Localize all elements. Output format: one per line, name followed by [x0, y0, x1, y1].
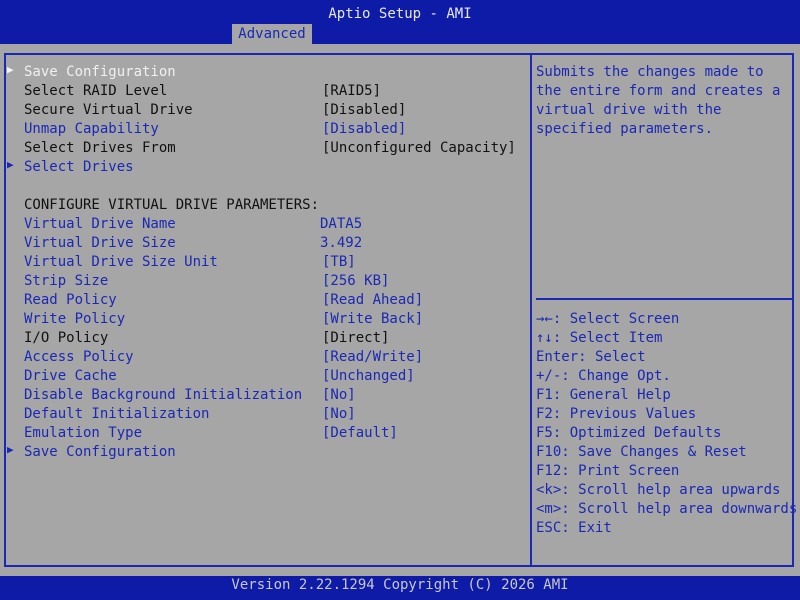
value-read-policy[interactable]: [Read Ahead] [322, 291, 423, 310]
menu-item-write-policy[interactable]: Write Policy [24, 310, 125, 329]
menu-item-disable-background-initialization[interactable]: Disable Background Initialization [24, 386, 302, 405]
key-hint: F2: Previous Values [536, 406, 697, 422]
help-divider [536, 298, 792, 300]
key-hint: ↑↓: Select Item [536, 330, 663, 346]
value-virtual-drive-size[interactable]: 3.492 [320, 234, 362, 253]
menu-item-access-policy[interactable]: Access Policy [24, 348, 134, 367]
value-select-drives-from[interactable]: [Unconfigured Capacity] [322, 139, 516, 158]
value-drive-cache[interactable]: [Unchanged] [322, 367, 415, 386]
menu-item-emulation-type[interactable]: Emulation Type [24, 424, 142, 443]
menu-item-drive-cache[interactable]: Drive Cache [24, 367, 117, 386]
submenu-arrow-icon: ▶ [7, 443, 14, 456]
help-line: Submits the changes made to [536, 64, 764, 80]
key-hint: F12: Print Screen [536, 463, 680, 479]
value-select-raid-level[interactable]: [RAID5] [322, 82, 381, 101]
key-legend: →←: Select Screen ↑↓: Select Item Enter:… [536, 310, 798, 538]
version-footer: Version 2.22.1294 Copyright (C) 2026 AMI [0, 576, 800, 600]
submenu-arrow-icon: ▶ [7, 63, 14, 76]
key-hint: F5: Optimized Defaults [536, 425, 722, 441]
key-hint: +/-: Change Opt. [536, 368, 671, 384]
value-virtual-drive-name[interactable]: DATA5 [320, 215, 362, 234]
submenu-arrow-icon: ▶ [7, 158, 14, 171]
value-write-policy[interactable]: [Write Back] [322, 310, 423, 329]
title-bar: Aptio Setup - AMI Advanced [0, 0, 800, 44]
value-disable-background-initialization[interactable]: [No] [322, 386, 356, 405]
key-hint: <k>: Scroll help area upwards [536, 482, 781, 498]
panel-divider [530, 53, 532, 565]
key-hint: Enter: Select [536, 349, 646, 365]
key-hint: F1: General Help [536, 387, 671, 403]
value-strip-size[interactable]: [256 KB] [322, 272, 389, 291]
value-unmap-capability[interactable]: [Disabled] [322, 120, 406, 139]
menu-item-unmap-capability[interactable]: Unmap Capability [24, 120, 159, 139]
key-hint: ESC: Exit [536, 520, 612, 536]
help-text: Submits the changes made to the entire f… [536, 63, 786, 139]
menu-item-save-configuration-bottom[interactable]: Save Configuration [24, 443, 176, 462]
value-default-initialization[interactable]: [No] [322, 405, 356, 424]
key-hint: F10: Save Changes & Reset [536, 444, 747, 460]
menu-item-virtual-drive-name[interactable]: Virtual Drive Name [24, 215, 176, 234]
section-heading: CONFIGURE VIRTUAL DRIVE PARAMETERS: [24, 197, 320, 213]
menu-item-io-policy[interactable]: I/O Policy [24, 329, 108, 348]
menu-item-select-raid-level[interactable]: Select RAID Level [24, 82, 167, 101]
value-secure-virtual-drive[interactable]: [Disabled] [322, 101, 406, 120]
key-hint: <m>: Scroll help area downwards [536, 501, 798, 517]
key-hint: →←: Select Screen [536, 311, 680, 327]
menu-item-select-drives-from[interactable]: Select Drives From [24, 139, 176, 158]
menu-item-strip-size[interactable]: Strip Size [24, 272, 108, 291]
menu-item-select-drives[interactable]: Select Drives [24, 158, 134, 177]
value-virtual-drive-size-unit[interactable]: [TB] [322, 253, 356, 272]
help-line: virtual drive with the [536, 102, 722, 118]
menu-item-virtual-drive-size-unit[interactable]: Virtual Drive Size Unit [24, 253, 218, 272]
tab-advanced[interactable]: Advanced [232, 24, 312, 44]
menu-item-secure-virtual-drive[interactable]: Secure Virtual Drive [24, 101, 193, 120]
menu-item-read-policy[interactable]: Read Policy [24, 291, 117, 310]
value-io-policy[interactable]: [Direct] [322, 329, 389, 348]
help-line: specified parameters. [536, 121, 714, 137]
value-access-policy[interactable]: [Read/Write] [322, 348, 423, 367]
value-emulation-type[interactable]: [Default] [322, 424, 398, 443]
app-title: Aptio Setup - AMI [328, 6, 472, 22]
menu-item-default-initialization[interactable]: Default Initialization [24, 405, 209, 424]
help-line: the entire form and creates a [536, 83, 781, 99]
menu-item-save-configuration[interactable]: Save Configuration [24, 63, 176, 82]
menu-item-virtual-drive-size[interactable]: Virtual Drive Size [24, 234, 176, 253]
